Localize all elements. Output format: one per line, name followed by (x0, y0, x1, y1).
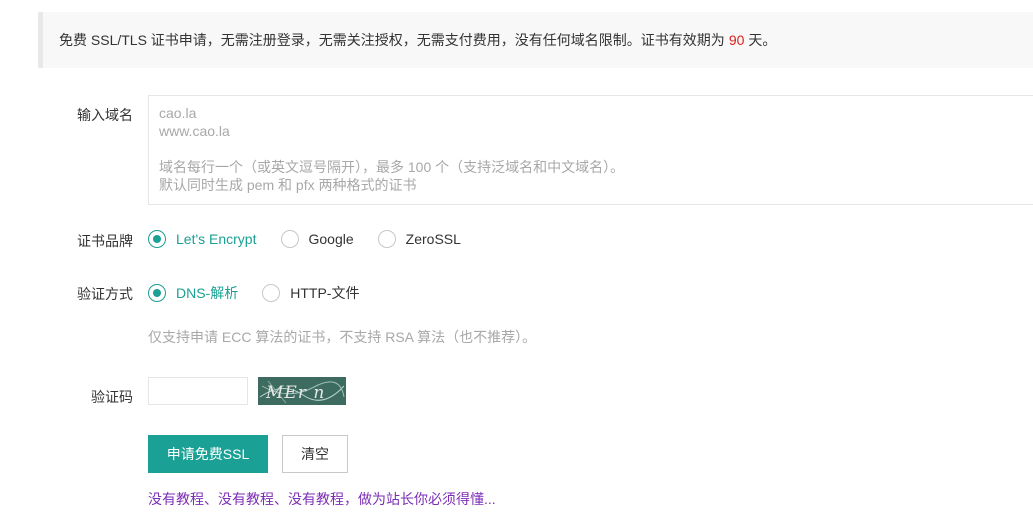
radio-checked-icon (148, 284, 166, 302)
verify-hint: 仅支持申请 ECC 算法的证书，不支持 RSA 算法（也不推荐）。 (148, 329, 537, 345)
radio-unchecked-icon (280, 230, 299, 248)
brand-option-label: ZeroSSL (405, 231, 461, 247)
radio-checked-icon (148, 230, 166, 248)
domain-label: 输入域名 (77, 107, 133, 123)
brand-radio-group: Let's Encrypt Google ZeroSSL (148, 230, 485, 248)
notice-banner: 免费 SSL/TLS 证书申请，无需注册登录，无需关注授权，无需支付费用，没有任… (38, 12, 1033, 68)
domain-placeholder-line: 域名每行一个（或英文逗号隔开），最多 100 个（支持泛域名和中文域名）。 (159, 159, 625, 175)
verify-label: 验证方式 (77, 286, 133, 302)
brand-label: 证书品牌 (77, 233, 133, 249)
captcha-image[interactable]: MEr n (258, 377, 346, 405)
clear-button[interactable]: 清空 (282, 435, 348, 473)
verify-option-http[interactable]: HTTP-文件 (262, 283, 359, 303)
verify-option-dns[interactable]: DNS-解析 (148, 283, 238, 303)
domain-placeholder-line: 默认同时生成 pem 和 pfx 两种格式的证书 (159, 177, 417, 193)
notice-text-end: 天。 (748, 32, 777, 48)
verify-radio-group: DNS-解析 HTTP-文件 (148, 283, 383, 303)
tutorial-link[interactable]: 没有教程、没有教程、没有教程，做为站长你必须得懂... (148, 489, 496, 509)
captcha-image-graphic: MEr n (259, 380, 345, 404)
brand-option-label: Let's Encrypt (176, 231, 257, 247)
brand-option-letsencrypt[interactable]: Let's Encrypt (148, 230, 257, 248)
notice-days: 90 (728, 32, 745, 48)
verify-option-label: DNS-解析 (176, 285, 239, 301)
notice-text: 免费 SSL/TLS 证书申请，无需注册登录，无需关注授权，无需支付费用，没有任… (59, 32, 725, 48)
domain-placeholder-line: cao.la (159, 105, 197, 121)
apply-ssl-button[interactable]: 申请免费SSL (148, 435, 268, 473)
captcha-text: MEr n (265, 383, 325, 403)
radio-unchecked-icon (262, 284, 281, 302)
verify-option-label: HTTP-文件 (290, 285, 360, 301)
brand-option-zerossl[interactable]: ZeroSSL (377, 230, 461, 248)
brand-option-google[interactable]: Google (280, 230, 354, 248)
domain-placeholder-gap (159, 140, 1027, 158)
domain-textarea[interactable]: cao.la www.cao.la 域名每行一个（或英文逗号隔开），最多 100… (148, 95, 1033, 205)
radio-unchecked-icon (377, 230, 396, 248)
brand-option-label: Google (308, 231, 354, 247)
domain-placeholder-line: www.cao.la (159, 123, 230, 139)
captcha-label: 验证码 (91, 389, 133, 405)
captcha-input[interactable] (148, 377, 248, 405)
